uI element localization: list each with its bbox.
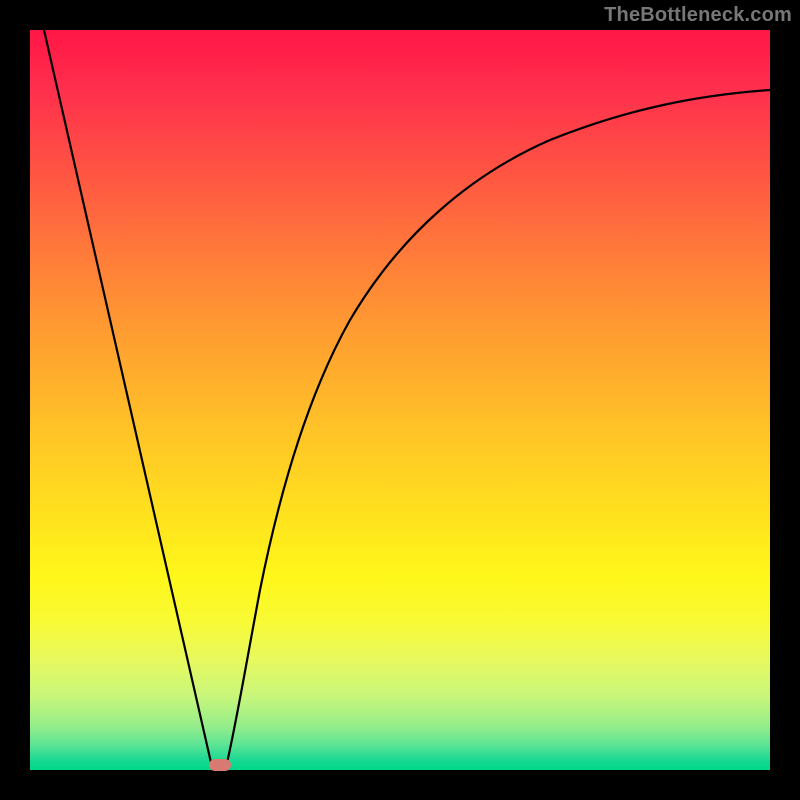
bottleneck-curve: [30, 30, 770, 770]
plot-area: [30, 30, 770, 770]
right-segment-path: [226, 90, 770, 767]
minimum-marker: [209, 759, 231, 771]
left-segment-path: [44, 30, 212, 767]
watermark-text: TheBottleneck.com: [604, 4, 792, 27]
chart-frame: TheBottleneck.com: [0, 0, 800, 800]
